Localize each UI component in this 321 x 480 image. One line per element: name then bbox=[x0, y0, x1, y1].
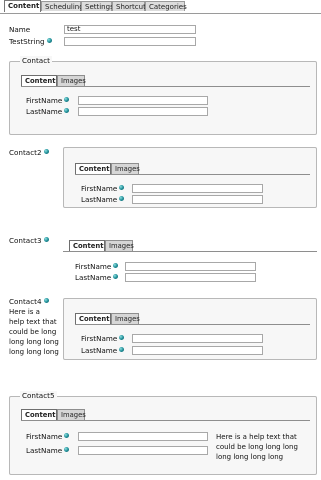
contact2-lastname-input[interactable] bbox=[132, 195, 263, 204]
help-icon[interactable] bbox=[119, 347, 125, 352]
contact-legend: Contact bbox=[20, 56, 52, 65]
help-icon[interactable] bbox=[113, 274, 119, 279]
tab-settings[interactable]: Settings bbox=[81, 1, 114, 11]
help-icon[interactable] bbox=[119, 185, 125, 190]
tab-strip-divider bbox=[0, 13, 321, 14]
contact-firstname-label: FirstName bbox=[26, 96, 70, 105]
contact5-firstname-label: FirstName bbox=[26, 432, 70, 441]
contact3-tab-images[interactable]: Images bbox=[105, 240, 134, 251]
help-icon[interactable] bbox=[46, 38, 52, 43]
help-icon[interactable] bbox=[64, 447, 70, 452]
help-icon[interactable] bbox=[64, 433, 70, 438]
tab-scheduling[interactable]: Scheduling bbox=[41, 1, 84, 11]
contact5-tab-divider bbox=[21, 420, 310, 421]
help-icon[interactable] bbox=[64, 97, 70, 102]
contact2-label: Contact2 bbox=[9, 148, 49, 157]
help-icon[interactable] bbox=[119, 196, 125, 201]
help-icon[interactable] bbox=[113, 263, 119, 268]
tab-shortcut[interactable]: Shortcut bbox=[112, 1, 146, 11]
contact4-lastname-label: LastName bbox=[81, 346, 125, 355]
contact5-help-text: Here is a help text that could be long l… bbox=[216, 433, 298, 461]
contact-firstname-input[interactable] bbox=[78, 96, 208, 105]
contact5-legend: Contact5 bbox=[20, 391, 57, 400]
help-icon[interactable] bbox=[43, 298, 49, 303]
contact2-firstname-label: FirstName bbox=[81, 184, 125, 193]
contact2-firstname-input[interactable] bbox=[132, 184, 263, 193]
contact5-firstname-input[interactable] bbox=[78, 432, 208, 441]
teststring-input[interactable] bbox=[64, 37, 196, 46]
contact4-label: Contact4 bbox=[9, 297, 49, 306]
name-input[interactable]: test bbox=[64, 25, 196, 34]
contact4-firstname-label: FirstName bbox=[81, 334, 125, 343]
contact-tab-images[interactable]: Images bbox=[57, 75, 86, 86]
help-icon[interactable] bbox=[64, 108, 70, 113]
contact5-lastname-input[interactable] bbox=[78, 446, 208, 455]
help-icon[interactable] bbox=[43, 237, 49, 242]
name-label: Name bbox=[9, 25, 31, 34]
contact4-tab-divider bbox=[75, 324, 310, 325]
contact3-firstname-input[interactable] bbox=[125, 262, 256, 271]
contact3-label: Contact3 bbox=[9, 236, 49, 245]
contact3-tab-divider bbox=[63, 251, 317, 252]
contact-tab-divider bbox=[21, 86, 310, 87]
contact2-tab-images[interactable]: Images bbox=[111, 163, 140, 174]
teststring-label: TestString bbox=[9, 37, 52, 46]
contact4-tab-images[interactable]: Images bbox=[111, 313, 140, 324]
contact2-tab-divider bbox=[75, 174, 310, 175]
contact3-lastname-label: LastName bbox=[75, 273, 119, 282]
contact5-lastname-label: LastName bbox=[26, 446, 70, 455]
contact-lastname-label: LastName bbox=[26, 107, 70, 116]
contact4-firstname-input[interactable] bbox=[132, 334, 263, 343]
contact5-tab-images[interactable]: Images bbox=[57, 409, 86, 420]
contact4-help-text: Here is a help text that could be long l… bbox=[9, 308, 59, 356]
contact4-lastname-input[interactable] bbox=[132, 346, 263, 355]
contact2-lastname-label: LastName bbox=[81, 195, 125, 204]
contact3-lastname-input[interactable] bbox=[125, 273, 256, 282]
tab-categories[interactable]: Categories bbox=[145, 1, 187, 11]
help-icon[interactable] bbox=[119, 335, 125, 340]
help-icon[interactable] bbox=[43, 149, 49, 154]
tab-content[interactable]: Content bbox=[4, 0, 41, 12]
contact-lastname-input[interactable] bbox=[78, 107, 208, 116]
contact3-firstname-label: FirstName bbox=[75, 262, 119, 271]
